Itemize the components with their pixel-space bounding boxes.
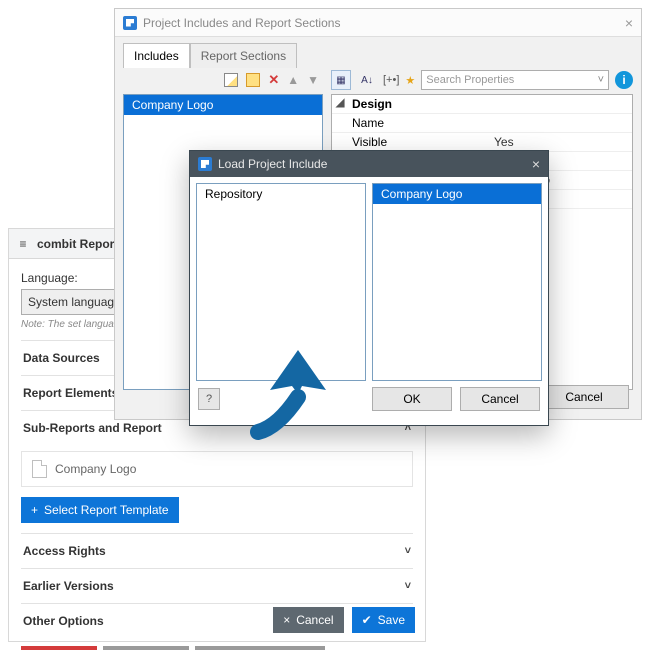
close-icon: × bbox=[283, 613, 290, 627]
button-label: Cancel bbox=[296, 613, 333, 627]
help-button[interactable]: ? bbox=[198, 388, 220, 410]
accordion-label: Data Sources bbox=[23, 351, 100, 365]
file-name: Company Logo bbox=[55, 462, 136, 476]
chevron-down-icon: ˅ bbox=[405, 580, 411, 592]
includes-toolbar: ✕ ▲ ▼ bbox=[123, 68, 323, 92]
tab-includes[interactable]: Includes bbox=[123, 43, 190, 68]
save-button[interactable]: ✔ Save bbox=[352, 607, 415, 633]
prop-visible-val[interactable]: Yes bbox=[490, 133, 632, 151]
panel-footer: × Cancel ✔ Save bbox=[273, 607, 415, 633]
button-label: Select Report Template bbox=[44, 503, 169, 517]
duplicate-button[interactable]: ⎘ Duplicate bbox=[103, 646, 189, 650]
cancel-button[interactable]: × Cancel bbox=[273, 607, 343, 633]
accordion-label: Earlier Versions bbox=[23, 579, 114, 593]
accordion-label: Other Options bbox=[23, 614, 104, 628]
dialog-body: Repository Company Logo bbox=[190, 177, 548, 387]
file-icon bbox=[32, 460, 47, 478]
move-down-icon[interactable]: ▼ bbox=[307, 73, 319, 87]
list-item[interactable]: Company Logo bbox=[124, 95, 322, 115]
category-design: Design bbox=[348, 95, 490, 113]
annotation-arrow-icon bbox=[248, 342, 348, 442]
action-button-row: 🗑 Delete ⎘ Duplicate 🗓 Schedule Report ✎… bbox=[21, 646, 413, 650]
load-include-dialog: Load Project Include × Repository Compan… bbox=[189, 150, 549, 426]
app-icon bbox=[123, 16, 137, 30]
app-icon bbox=[198, 157, 212, 171]
open-icon[interactable] bbox=[246, 73, 260, 87]
dialog-footer: ? OK Cancel bbox=[190, 387, 548, 419]
accordion-label: Report Elements bbox=[23, 386, 118, 400]
cancel-button[interactable]: Cancel bbox=[539, 385, 629, 409]
chevron-down-icon: ˅ bbox=[405, 545, 411, 557]
new-icon[interactable] bbox=[224, 73, 238, 87]
accordion-label: Sub-Reports and Report bbox=[23, 421, 162, 435]
delete-button[interactable]: 🗑 Delete bbox=[21, 646, 97, 650]
property-toolbar: ▦ A↓ [+•] ★ Search Properties i bbox=[331, 68, 633, 92]
cancel-button[interactable]: Cancel bbox=[460, 387, 540, 411]
accordion-access-rights[interactable]: Access Rights ˅ bbox=[21, 533, 413, 568]
list-item[interactable]: Repository bbox=[197, 184, 365, 204]
schedule-button[interactable]: 🗓 Schedule Report bbox=[195, 646, 326, 650]
search-input[interactable]: Search Properties bbox=[421, 70, 609, 90]
includes-listbox[interactable]: Company Logo bbox=[372, 183, 542, 381]
prop-name-val[interactable] bbox=[490, 114, 632, 132]
close-icon[interactable]: × bbox=[532, 156, 540, 172]
categorized-icon[interactable]: ▦ bbox=[331, 70, 351, 90]
check-icon: ✔ bbox=[362, 613, 372, 627]
dialog-titlebar[interactable]: Load Project Include × bbox=[190, 151, 548, 177]
close-icon[interactable]: × bbox=[625, 15, 633, 31]
collapse-icon[interactable]: ◢ bbox=[332, 95, 348, 113]
sort-az-icon[interactable]: A↓ bbox=[357, 70, 377, 90]
hamburger-icon[interactable]: ≡ bbox=[9, 237, 37, 251]
button-label: Save bbox=[378, 613, 405, 627]
prop-name-key: Name bbox=[348, 114, 490, 132]
info-icon[interactable]: i bbox=[615, 71, 633, 89]
ok-button[interactable]: OK bbox=[372, 387, 452, 411]
tab-report-sections[interactable]: Report Sections bbox=[190, 43, 297, 68]
expand-icon[interactable]: [+•] bbox=[383, 74, 399, 86]
favorite-icon[interactable]: ★ bbox=[405, 74, 415, 87]
prop-visible-key: Visible bbox=[348, 133, 490, 151]
dialog-titlebar: Project Includes and Report Sections × bbox=[115, 9, 641, 37]
move-up-icon[interactable]: ▲ bbox=[287, 73, 299, 87]
accordion-earlier-versions[interactable]: Earlier Versions ˅ bbox=[21, 568, 413, 603]
dialog-title: Project Includes and Report Sections bbox=[143, 16, 340, 30]
dialog-title: Load Project Include bbox=[218, 157, 327, 171]
accordion-label: Access Rights bbox=[23, 544, 106, 558]
plus-icon: + bbox=[31, 503, 38, 517]
tabbar: Includes Report Sections bbox=[115, 37, 641, 68]
select-template-button[interactable]: + Select Report Template bbox=[21, 497, 179, 523]
include-file-row[interactable]: Company Logo bbox=[21, 451, 413, 487]
delete-icon[interactable]: ✕ bbox=[268, 74, 279, 86]
list-item[interactable]: Company Logo bbox=[373, 184, 541, 204]
